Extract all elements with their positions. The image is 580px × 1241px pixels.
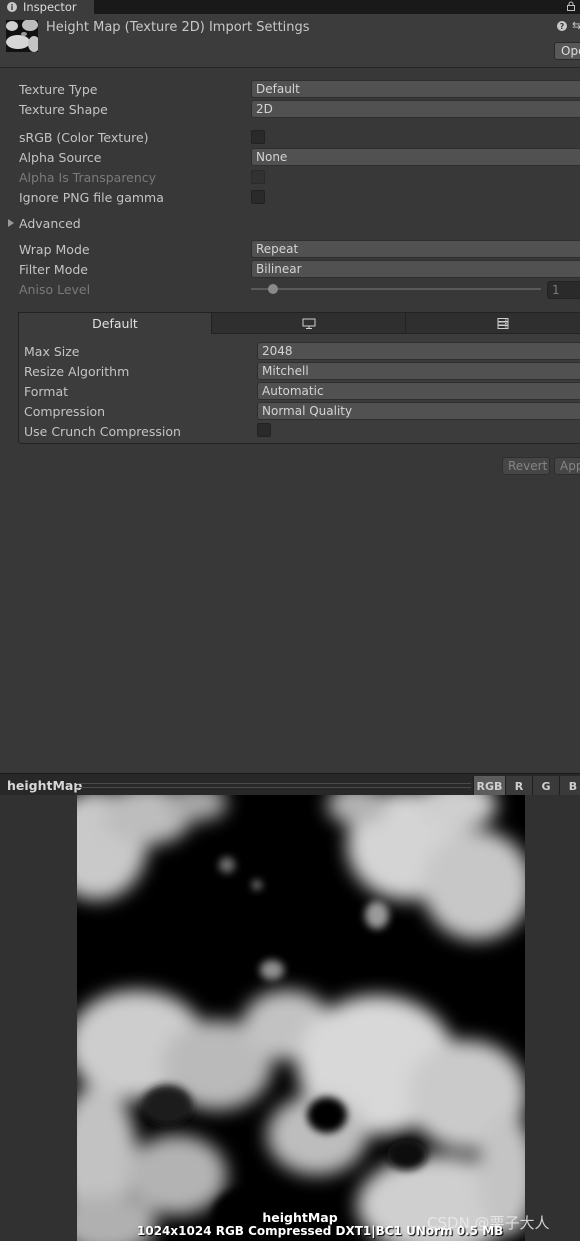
tab-inspector[interactable]: i Inspector (0, 0, 94, 14)
max-size-label: Max Size (24, 344, 80, 359)
server-icon (497, 317, 508, 329)
crunch-checkbox[interactable] (257, 423, 271, 437)
ignore-png-gamma-checkbox[interactable] (251, 190, 265, 204)
tab-standalone-platform[interactable] (211, 312, 406, 334)
wrap-mode-dropdown[interactable]: Repeat (251, 240, 580, 258)
srgb-checkbox[interactable] (251, 130, 265, 144)
preview-drag-handle[interactable] (76, 783, 471, 788)
max-size-dropdown[interactable]: 2048 (257, 342, 580, 360)
ignore-png-gamma-label: Ignore PNG file gamma (19, 190, 164, 205)
advanced-foldout[interactable]: Advanced (19, 216, 81, 231)
alpha-is-transparency-checkbox[interactable] (251, 170, 265, 184)
texture-type-dropdown[interactable]: Default (251, 80, 580, 98)
revert-button[interactable]: Revert (502, 457, 550, 475)
lock-icon[interactable] (566, 1, 576, 11)
alpha-is-transparency-label: Alpha Is Transparency (19, 170, 157, 185)
format-label: Format (24, 384, 69, 399)
help-icon[interactable]: ? (557, 21, 567, 31)
aniso-level-slider[interactable] (251, 288, 541, 290)
channel-r-button[interactable]: R (505, 776, 532, 796)
window-tab-bar: i Inspector (0, 0, 580, 14)
tab-default-label: Default (92, 315, 138, 331)
apply-button[interactable]: Apply (554, 457, 580, 475)
crunch-label: Use Crunch Compression (24, 424, 181, 439)
open-button[interactable]: Open (554, 42, 580, 60)
texture-type-label: Texture Type (19, 82, 98, 97)
filter-mode-label: Filter Mode (19, 262, 88, 277)
tab-inspector-label: Inspector (23, 0, 77, 14)
texture-shape-label: Texture Shape (19, 102, 108, 117)
info-icon: i (7, 2, 17, 12)
texture-preview-area: CSDN @栗子大人 (0, 795, 580, 1241)
preview-title: heightMap (7, 778, 83, 793)
channel-rgb-button[interactable]: RGB (473, 776, 505, 796)
resize-algorithm-dropdown[interactable]: Mitchell (257, 362, 580, 380)
monitor-icon (302, 318, 315, 329)
channel-g-button[interactable]: G (532, 776, 559, 796)
resize-algorithm-label: Resize Algorithm (24, 364, 130, 379)
alpha-source-dropdown[interactable]: None (251, 148, 580, 166)
height-map-preview-image (77, 795, 525, 1241)
texture-thumbnail (6, 20, 38, 52)
compression-label: Compression (24, 404, 106, 419)
wrap-mode-label: Wrap Mode (19, 242, 90, 257)
aniso-level-field[interactable]: 1 (547, 281, 580, 299)
srgb-label: sRGB (Color Texture) (19, 130, 149, 145)
format-dropdown[interactable]: Automatic (257, 382, 580, 400)
settings-icon[interactable]: ⇆ (572, 20, 580, 32)
preview-toolbar: heightMap RGB R G B (0, 773, 580, 796)
preview-image-name: heightMap (262, 1210, 338, 1225)
aniso-level-label: Aniso Level (19, 282, 91, 297)
texture-shape-dropdown[interactable]: 2D (251, 100, 580, 118)
alpha-source-label: Alpha Source (19, 150, 102, 165)
page-title: Height Map (Texture 2D) Import Settings (46, 20, 310, 35)
aniso-level-slider-thumb[interactable] (268, 284, 278, 294)
preview-image-info: 1024x1024 RGB Compressed DXT1|BC1 UNorm … (137, 1224, 504, 1238)
channel-b-button[interactable]: B (559, 776, 580, 796)
tab-default-platform[interactable]: Default (18, 312, 212, 334)
foldout-arrow-icon[interactable] (8, 219, 14, 227)
filter-mode-dropdown[interactable]: Bilinear (251, 260, 580, 278)
inspector-header: Height Map (Texture 2D) Import Settings … (0, 14, 580, 68)
compression-dropdown[interactable]: Normal Quality (257, 402, 580, 420)
tab-server-platform[interactable] (405, 312, 580, 334)
